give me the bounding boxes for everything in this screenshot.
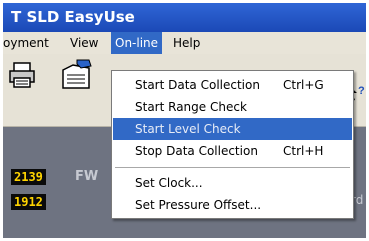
readout-value-1: 2139 [11, 169, 46, 185]
readout-value-2: 1912 [11, 194, 46, 210]
menu-help[interactable]: Help [173, 32, 200, 54]
menu-item-set-clock[interactable]: Set Clock... [113, 172, 352, 194]
window-title: T SLD EasyUse [11, 8, 135, 26]
menu-item-start-level-check[interactable]: Start Level Check [113, 118, 352, 140]
menu-bar: oyment View On-line Help [3, 32, 366, 54]
menu-item-start-data-collection[interactable]: Start Data Collection Ctrl+G [113, 74, 352, 96]
printer-icon [9, 62, 35, 88]
app-window: T SLD EasyUse oyment View On-line Help ?… [3, 3, 366, 238]
menu-item-stop-data-collection[interactable]: Stop Data Collection Ctrl+H [113, 140, 352, 162]
menu-item-start-range-check[interactable]: Start Range Check [113, 96, 352, 118]
menu-item-set-pressure-offset[interactable]: Set Pressure Offset... [113, 194, 352, 216]
edit-document-button[interactable] [59, 58, 93, 92]
menu-separator [115, 167, 350, 168]
svg-text:?: ? [358, 85, 365, 97]
fw-label: FW [75, 169, 99, 184]
document-hand-icon [62, 59, 92, 89]
menu-view[interactable]: View [70, 32, 98, 54]
menu-online[interactable]: On-line [111, 32, 163, 54]
title-bar: T SLD EasyUse [3, 3, 366, 32]
print-button[interactable] [5, 58, 39, 92]
online-menu-dropdown: Start Data Collection Ctrl+G Start Range… [111, 70, 354, 219]
menu-deployment[interactable]: oyment [3, 32, 49, 54]
